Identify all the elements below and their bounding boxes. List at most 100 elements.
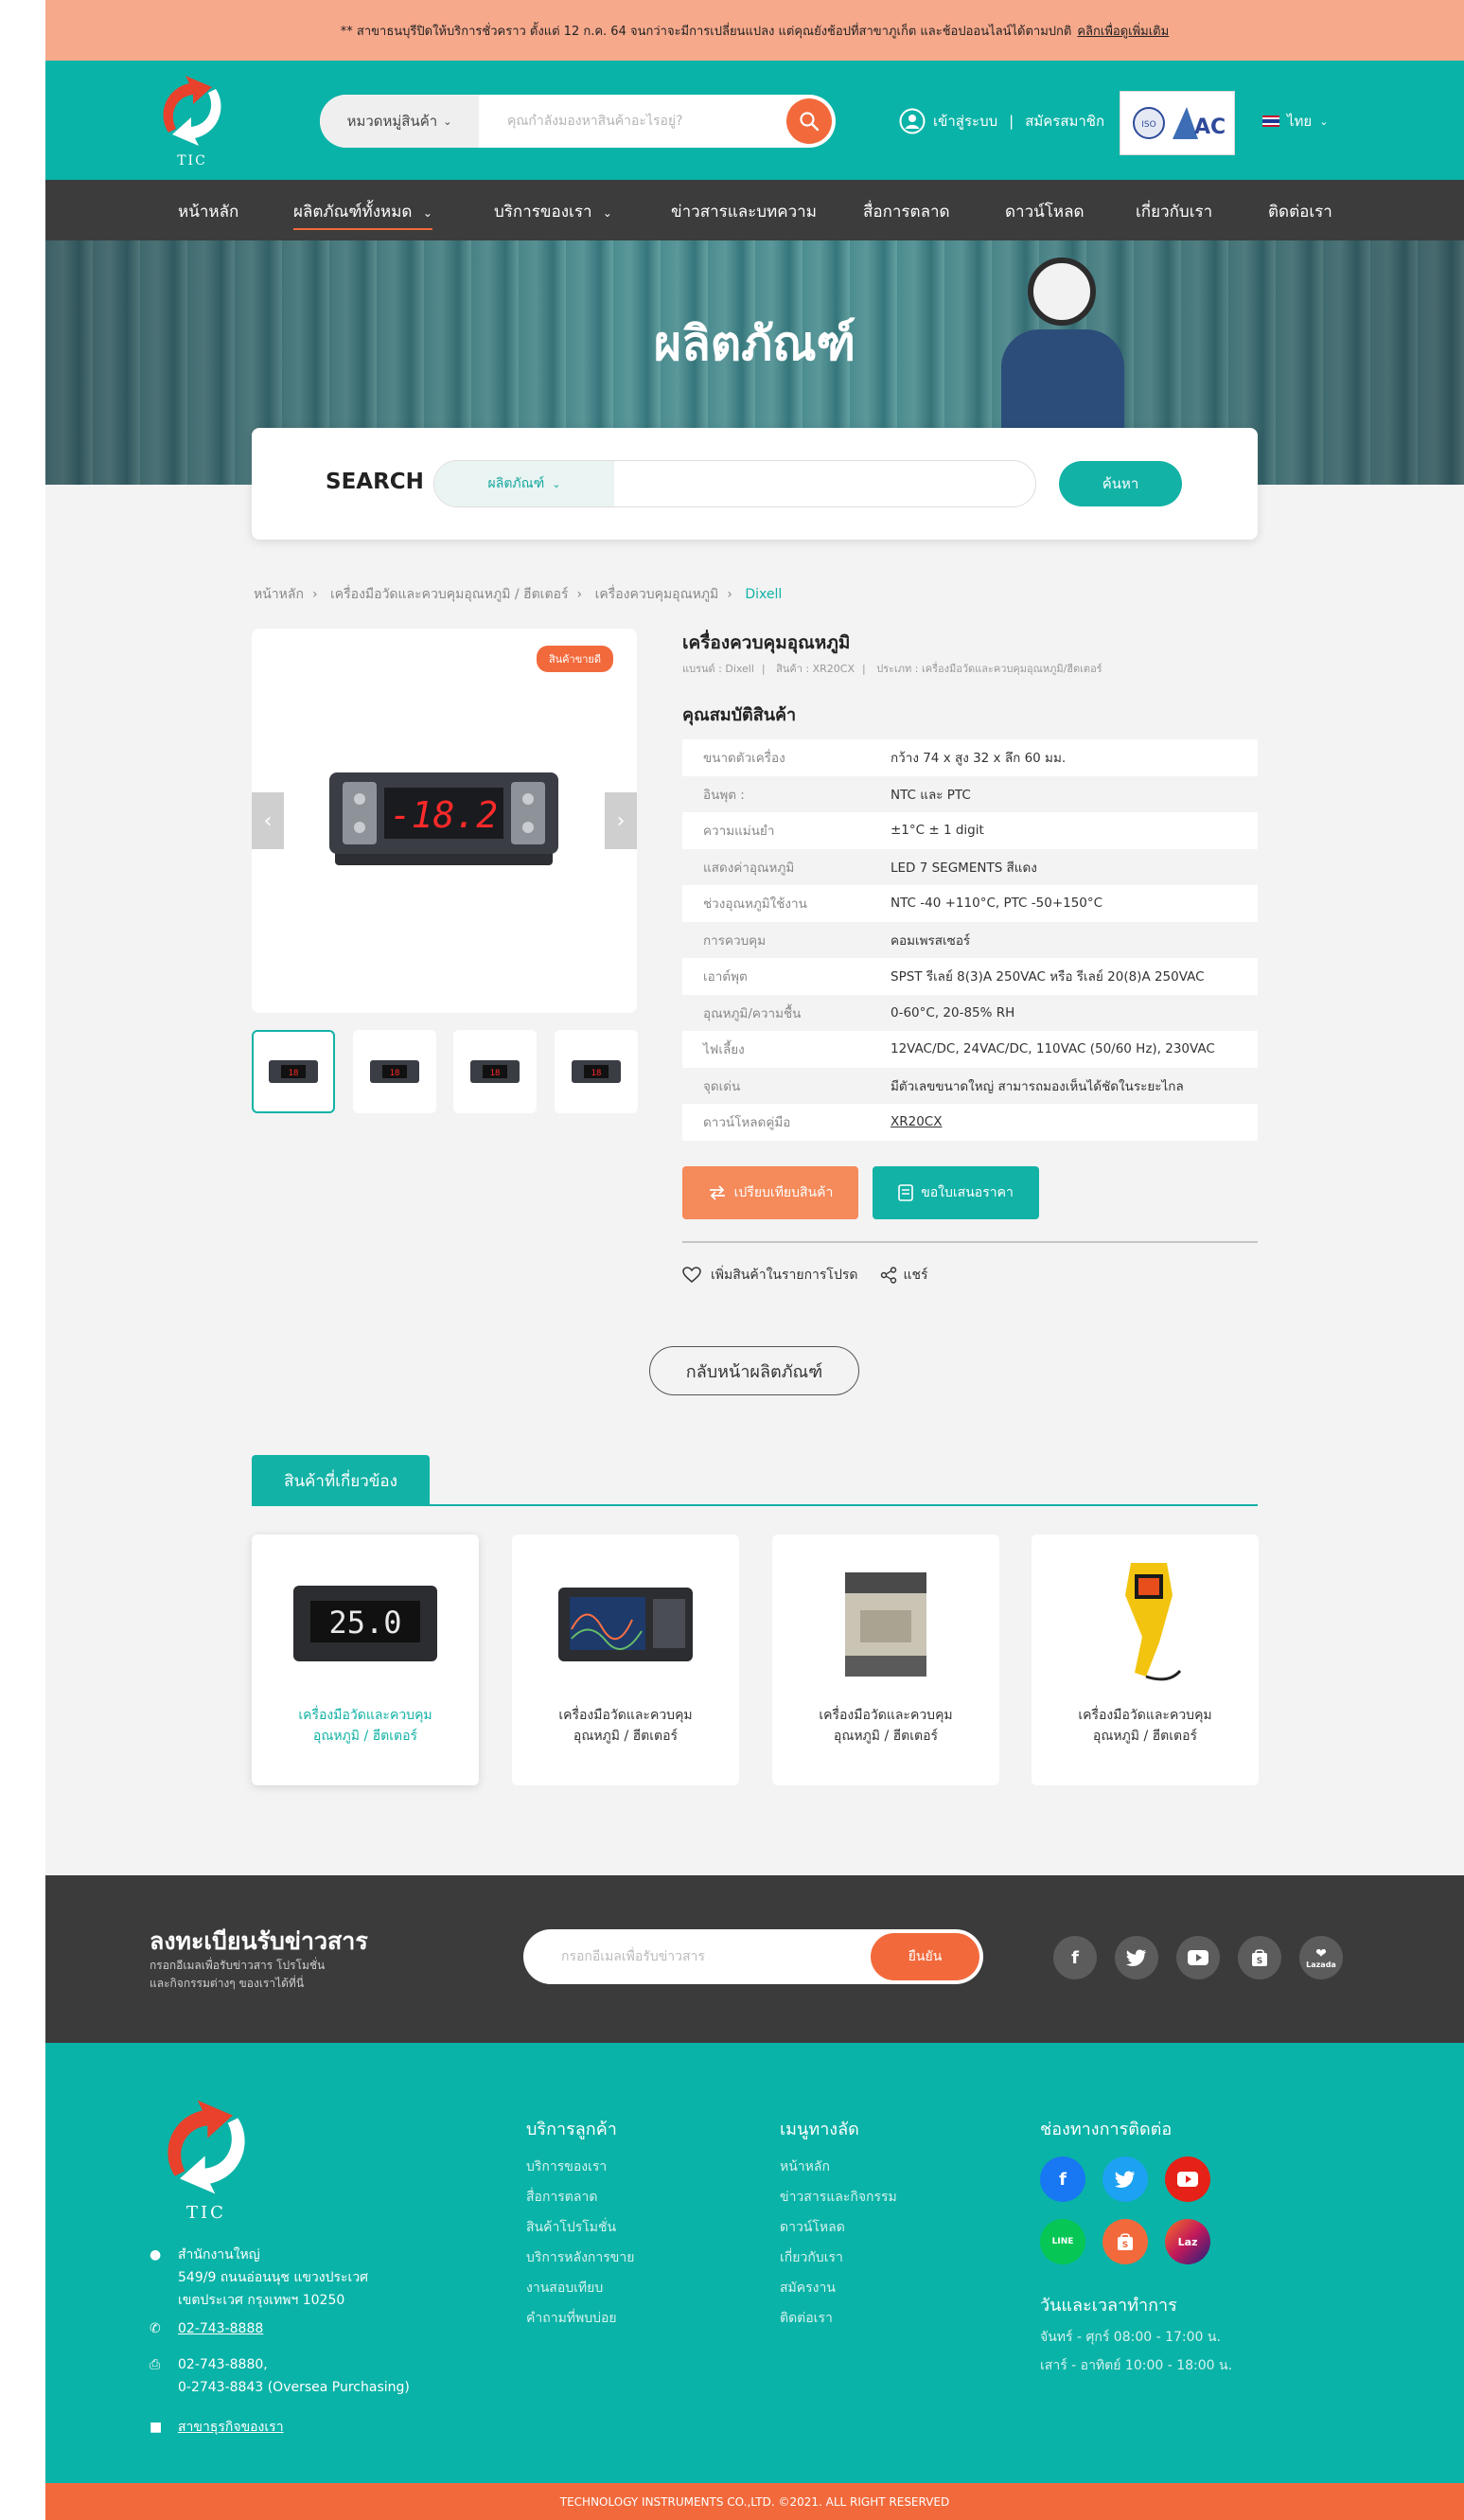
facebook-icon[interactable]: f <box>1040 2156 1085 2202</box>
footer-link[interactable]: งานสอบเทียบ <box>526 2273 634 2303</box>
branches-link[interactable]: สาขาธุรกิจของเรา <box>178 2416 284 2439</box>
thermostat-thumb: 18 <box>370 1060 419 1083</box>
manual-download-link[interactable]: XR20CX <box>891 1114 942 1129</box>
nav-services[interactable]: บริการของเรา ⌄ <box>494 199 612 224</box>
hours-list: จันทร์ - ศุกร์ 08:00 - 17:00 น. เสาร์ - … <box>1040 2323 1232 2380</box>
share-button[interactable]: แชร์ <box>880 1265 928 1286</box>
footer-contact-title: ช่องทางการติดต่อ <box>1040 2120 1173 2139</box>
related-product-name-line: เครื่องมือวัดและควบคุม <box>558 1708 693 1723</box>
related-product-card[interactable]: เครื่องมือวัดและควบคุมอุณหภูมิ / ฮีตเตอร… <box>512 1535 739 1785</box>
related-product-card[interactable]: เครื่องมือวัดและควบคุม อุณหภูมิ / ฮีตเตอร… <box>772 1535 999 1785</box>
thermal-camera-image <box>1125 1563 1182 1681</box>
related-product-card[interactable]: 25.0 เครื่องมือวัดและควบคุม อุณหภูมิ / ฮี… <box>252 1535 479 1785</box>
register-link[interactable]: สมัครสมาชิก <box>1025 110 1104 133</box>
footer-logo[interactable]: TIC <box>150 2095 263 2223</box>
related-product-name: เครื่องมือวัดและควบคุม อุณหภูมิ / ฮีตเตอร… <box>1032 1705 1259 1748</box>
footer-link[interactable]: คำถามที่พบบ่อย <box>526 2303 634 2334</box>
line-icon[interactable]: LINE <box>1040 2219 1085 2264</box>
tic-logo[interactable]: TIC <box>150 74 235 169</box>
footer-link[interactable]: สื่อการตลาด <box>526 2182 634 2212</box>
chevron-right-icon: › <box>616 808 626 833</box>
thumbnail-2[interactable]: 18 <box>353 1030 436 1113</box>
phone-link[interactable]: 02-743-8888 <box>178 2317 263 2340</box>
next-image-button[interactable]: › <box>605 792 637 849</box>
nav-marketing[interactable]: สื่อการตลาด <box>863 199 950 224</box>
product-actions: เพิ่มสินค้าในรายการโปรด แชร์ <box>682 1265 928 1286</box>
spec-row: ความแม่นยำ ±1°C ± 1 digit <box>682 812 1258 849</box>
footer-branches: ■ สาขาธุรกิจของเรา <box>150 2416 284 2439</box>
nav-products[interactable]: ผลิตภัณฑ์ทั้งหมด ⌄ <box>293 199 432 230</box>
footer-link[interactable]: ข่าวสารและกิจกรรม <box>780 2182 897 2212</box>
spec-value: กว้าง 74 x สูง 32 x ลึก 60 มม. <box>891 751 1067 767</box>
back-to-products-button[interactable]: กลับหน้าผลิตภัณฑ์ <box>649 1346 859 1395</box>
facebook-icon[interactable]: f <box>1053 1936 1097 1979</box>
newsletter-email-input[interactable]: กรอกอีเมลเพื่อรับข่าวสาร ยืนยัน <box>523 1929 983 1984</box>
footer-link[interactable]: สมัครงาน <box>780 2273 897 2303</box>
spec-value: SPST รีเลย์ 8(3)A 250VAC หรือ รีเลย์ 20(… <box>891 969 1205 985</box>
shopee-icon[interactable]: S <box>1102 2219 1148 2264</box>
language-selector[interactable]: ไทย ⌄ <box>1262 110 1328 133</box>
thermostat-thumb: 18 <box>269 1060 318 1083</box>
footer-link[interactable]: เกี่ยวกับเรา <box>780 2243 897 2273</box>
twitter-icon[interactable] <box>1115 1936 1158 1979</box>
svg-text:S: S <box>1257 1957 1262 1966</box>
youtube-icon[interactable] <box>1165 2156 1210 2202</box>
footer-link[interactable]: ติดต่อเรา <box>780 2303 897 2334</box>
product-search-input[interactable] <box>614 461 1035 506</box>
lazada-icon[interactable]: Laz <box>1165 2219 1210 2264</box>
product-category-dropdown[interactable]: ผลิตภัณฑ์ ⌄ <box>434 461 614 506</box>
nav-about[interactable]: เกี่ยวกับเรา <box>1136 199 1212 224</box>
nav-news[interactable]: ข่าวสารและบทความ <box>671 199 817 224</box>
nav-contact[interactable]: ติดต่อเรา <box>1268 199 1332 224</box>
footer-link[interactable]: ดาวน์โหลด <box>780 2212 897 2243</box>
related-product-name: เครื่องมือวัดและควบคุม อุณหภูมิ / ฮีตเตอร… <box>252 1705 479 1748</box>
wishlist-button[interactable]: เพิ่มสินค้าในรายการโปรด <box>682 1265 857 1286</box>
document-icon <box>898 1184 913 1201</box>
related-products-tab[interactable]: สินค้าที่เกี่ยวข้อง <box>252 1455 430 1506</box>
compare-button[interactable]: เปรียบเทียบสินค้า <box>682 1166 858 1219</box>
breadcrumb-current: Dixell <box>745 587 783 602</box>
quote-button[interactable]: ขอใบเสนอราคา <box>873 1166 1039 1219</box>
search-input[interactable]: คุณกำลังมองหาสินค้าอะไรอยู่? <box>479 95 836 148</box>
newsletter-submit-button[interactable]: ยืนยัน <box>871 1933 979 1980</box>
footer-link[interactable]: สินค้าโปรโมชั่น <box>526 2212 634 2243</box>
thumbnail-3[interactable]: 18 <box>453 1030 537 1113</box>
compare-icon <box>709 1185 725 1200</box>
certification-logo-icon: ISO AC <box>1133 107 1226 139</box>
youtube-icon[interactable] <box>1176 1936 1220 1979</box>
svg-text:18: 18 <box>289 1069 299 1078</box>
shopping-bag-icon: S <box>1252 1949 1267 1966</box>
breadcrumb-subcategory[interactable]: เครื่องควบคุมอุณหภูมิ <box>595 587 719 602</box>
twitter-bird-icon <box>1126 1949 1146 1966</box>
footer-menu-title: เมนูทางลัด <box>780 2120 859 2139</box>
footer-link[interactable]: หน้าหลัก <box>780 2152 897 2182</box>
breadcrumb-category[interactable]: เครื่องมือวัดและควบคุมอุณหภูมิ / ฮีตเตอร… <box>330 587 568 602</box>
nav-home[interactable]: หน้าหลัก <box>178 199 238 224</box>
twitter-icon[interactable] <box>1102 2156 1148 2202</box>
related-product-name: เครื่องมือวัดและควบคุมอุณหภูมิ / ฮีตเตอร… <box>512 1705 739 1748</box>
shopee-icon[interactable]: S <box>1238 1936 1281 1979</box>
footer-link[interactable]: บริการของเรา <box>526 2152 634 2182</box>
nav-download[interactable]: ดาวน์โหลด <box>1005 199 1085 224</box>
controller-display-text: 25.0 <box>328 1605 401 1641</box>
page: ** สาขาธนบุรีปิดให้บริการชั่วคราว ตั้งแต… <box>45 0 1464 2520</box>
related-product-name-line: อุณหภูมิ / ฮีตเตอร์ <box>573 1729 679 1745</box>
svg-text:18: 18 <box>490 1069 501 1078</box>
spec-value: NTC -40 +110°C, PTC -50+150°C <box>891 896 1103 912</box>
login-link[interactable]: เข้าสู่ระบบ <box>933 110 997 133</box>
spec-value: 12VAC/DC, 24VAC/DC, 110VAC (50/60 Hz), 2… <box>891 1041 1215 1057</box>
thumbnail-4[interactable]: 18 <box>555 1030 638 1113</box>
lazada-icon[interactable]: ❤ Lazada <box>1299 1936 1343 1979</box>
announcement-link[interactable]: คลิกเพื่อดูเพิ่มเติม <box>1077 21 1169 41</box>
product-search-button[interactable]: ค้นหา <box>1059 461 1182 506</box>
related-product-card[interactable]: เครื่องมือวัดและควบคุม อุณหภูมิ / ฮีตเตอร… <box>1032 1535 1259 1785</box>
hours-title: วันและเวลาทำการ <box>1040 2296 1177 2316</box>
prev-image-button[interactable]: ‹ <box>252 792 284 849</box>
footer-link[interactable]: บริการหลังการขาย <box>526 2243 634 2273</box>
thumbnail-1[interactable]: 18 <box>252 1030 335 1113</box>
svg-text:S: S <box>1122 2241 1128 2250</box>
breadcrumb-home[interactable]: หน้าหลัก <box>254 587 304 602</box>
spec-key: แสดงค่าอุณหภูมิ <box>703 860 795 876</box>
category-dropdown[interactable]: หมวดหมู่สินค้า ⌄ <box>320 95 479 148</box>
search-button[interactable] <box>786 98 832 144</box>
